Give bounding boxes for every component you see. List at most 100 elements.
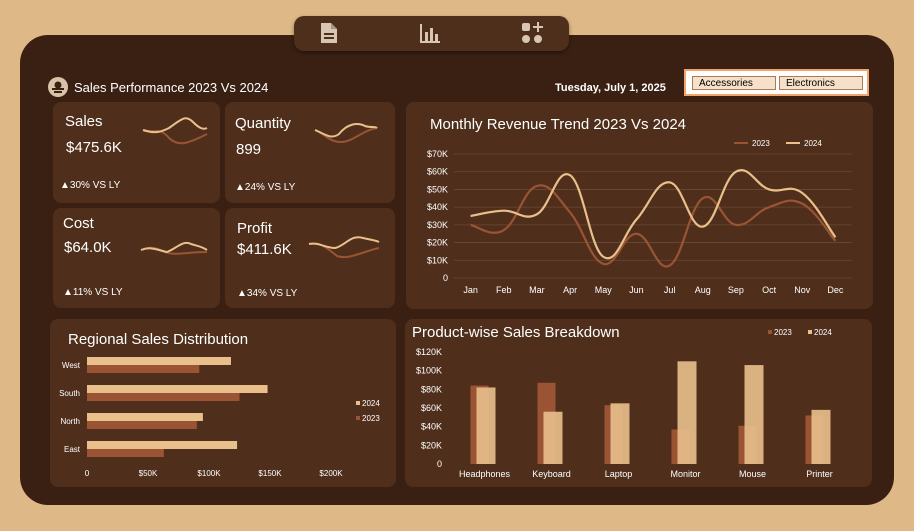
x-tick-label: Jan xyxy=(463,285,478,295)
x-tick-label: $50K xyxy=(139,469,158,478)
apps-plus-icon[interactable] xyxy=(519,20,545,46)
y-tick-label: $80K xyxy=(421,384,442,394)
legend-label: 2023 xyxy=(752,139,770,148)
x-tick-label: Aug xyxy=(695,285,711,295)
y-tick-label: 0 xyxy=(437,459,442,469)
x-tick-label: May xyxy=(595,285,613,295)
y-tick-label: $50K xyxy=(427,184,448,194)
kpi-delta: ▲24% VS LY xyxy=(235,182,296,193)
document-icon[interactable] xyxy=(316,20,342,46)
y-tick-label: $60K xyxy=(421,403,442,413)
x-tick-label: Jul xyxy=(664,285,676,295)
bar-2024-headphones xyxy=(476,387,496,464)
category-label: East xyxy=(64,445,81,454)
kpi-label: Quantity xyxy=(235,115,291,132)
bar-2024-keyboard xyxy=(543,411,563,464)
bar-2024-mouse xyxy=(744,365,764,464)
x-tick-label: $200K xyxy=(319,469,343,478)
product-sales-panel: Product-wise Sales Breakdown 0 $20K $40K $6… xyxy=(405,319,872,487)
category-label: Monitor xyxy=(670,469,700,479)
y-tick-label: $40K xyxy=(427,202,448,212)
line-chart: 0 $10K $20K $30K $40K $50K $60K $70K Jan Feb Mar Ap… xyxy=(427,139,852,295)
y-tick-label: $20K xyxy=(427,238,448,248)
sparkline xyxy=(142,117,208,145)
x-tick-label: Oct xyxy=(762,285,777,295)
kpi-label: Cost xyxy=(63,215,94,232)
logo-icon xyxy=(48,77,68,97)
x-tick-label: Apr xyxy=(563,285,577,295)
legend-label: 2023 xyxy=(774,328,792,337)
category-label: Headphones xyxy=(459,469,511,479)
slicer-item-accessories[interactable]: Accessories xyxy=(692,76,776,90)
kpi-label: Profit xyxy=(237,220,273,237)
category-label: South xyxy=(59,389,80,398)
top-nav xyxy=(294,16,569,51)
current-date: Tuesday, July 1, 2025 xyxy=(555,82,666,94)
dashboard-header: Sales Performance 2023 Vs 2024 xyxy=(48,76,268,98)
vbar-chart: 0 $20K $40K $60K $80K $100K $120K Headphones Key… xyxy=(416,328,833,479)
y-tick-label: $20K xyxy=(421,440,442,450)
bar-2023-east xyxy=(87,449,164,457)
x-tick-label: Nov xyxy=(794,285,811,295)
kpi-card-sales: Sales $475.6K ▲30% VS LY xyxy=(53,102,220,203)
legend-label: 2024 xyxy=(814,328,832,337)
page-title: Sales Performance 2023 Vs 2024 xyxy=(74,79,269,95)
bar-chart-icon[interactable] xyxy=(417,20,443,46)
x-tick-label: Sep xyxy=(728,285,744,295)
bar-2024-west xyxy=(87,357,231,365)
x-tick-label: $100K xyxy=(197,469,221,478)
y-tick-label: $70K xyxy=(427,149,448,159)
category-label: Keyboard xyxy=(532,469,571,479)
legend-swatch xyxy=(356,416,360,420)
y-tick-label: $120K xyxy=(416,347,442,357)
y-tick-label: $40K xyxy=(421,422,442,432)
y-tick-label: $30K xyxy=(427,220,448,230)
x-tick-label: Feb xyxy=(496,285,512,295)
legend-label: 2024 xyxy=(804,139,822,148)
bar-2024-printer xyxy=(811,409,831,464)
slicer-item-electronics[interactable]: Electronics xyxy=(779,76,863,90)
category-label: West xyxy=(62,361,81,370)
sparkline xyxy=(308,236,380,258)
kpi-value: $475.6K xyxy=(66,139,122,156)
x-tick-label: Dec xyxy=(827,285,844,295)
bar-2024-laptop xyxy=(610,403,630,464)
legend-swatch xyxy=(808,330,812,334)
legend-swatch xyxy=(768,330,772,334)
monthly-revenue-panel: Monthly Revenue Trend 2023 Vs 2024 0 $10K… xyxy=(406,102,873,309)
bar-2023-west xyxy=(87,365,200,373)
kpi-card-quantity: Quantity 899 ▲24% VS LY xyxy=(225,102,395,203)
y-tick-label: $100K xyxy=(416,366,442,376)
bar-2023-south xyxy=(87,393,240,401)
kpi-delta: ▲11% VS LY xyxy=(63,287,123,298)
hbar-chart: West South North East 0 $50K $100K $150K $200K 20… xyxy=(59,357,380,478)
bar-2024-south xyxy=(87,385,268,393)
bar-2024-east xyxy=(87,441,238,449)
kpi-value: 899 xyxy=(236,141,262,158)
kpi-delta: ▲30% VS LY xyxy=(60,180,121,191)
y-tick-label: 0 xyxy=(443,273,448,283)
sparkline xyxy=(314,123,378,144)
category-label: Laptop xyxy=(605,469,633,479)
legend-label: 2024 xyxy=(362,399,380,408)
kpi-value: $64.0K xyxy=(64,239,112,256)
bar-2024-north xyxy=(87,413,203,421)
kpi-card-cost: Cost $64.0K ▲11% VS LY xyxy=(53,208,220,308)
sparkline xyxy=(140,242,208,255)
category-slicer: Accessories Electronics xyxy=(684,69,869,96)
category-label: North xyxy=(60,417,80,426)
series-line-2023 xyxy=(470,184,837,268)
kpi-delta: ▲34% VS LY xyxy=(237,288,298,299)
category-label: Mouse xyxy=(739,469,766,479)
x-tick-label: Jun xyxy=(629,285,644,295)
y-tick-label: $10K xyxy=(427,255,448,265)
x-tick-label: $150K xyxy=(258,469,282,478)
legend-label: 2023 xyxy=(362,414,380,423)
series-line-2024 xyxy=(470,169,837,260)
bar-2024-monitor xyxy=(677,361,697,464)
bar-2023-north xyxy=(87,421,197,429)
category-label: Printer xyxy=(806,469,833,479)
regional-sales-panel: Regional Sales Distribution West South Nor… xyxy=(50,319,396,487)
kpi-card-profit: Profit $411.6K ▲34% VS LY xyxy=(225,208,395,308)
y-tick-label: $60K xyxy=(427,167,448,177)
